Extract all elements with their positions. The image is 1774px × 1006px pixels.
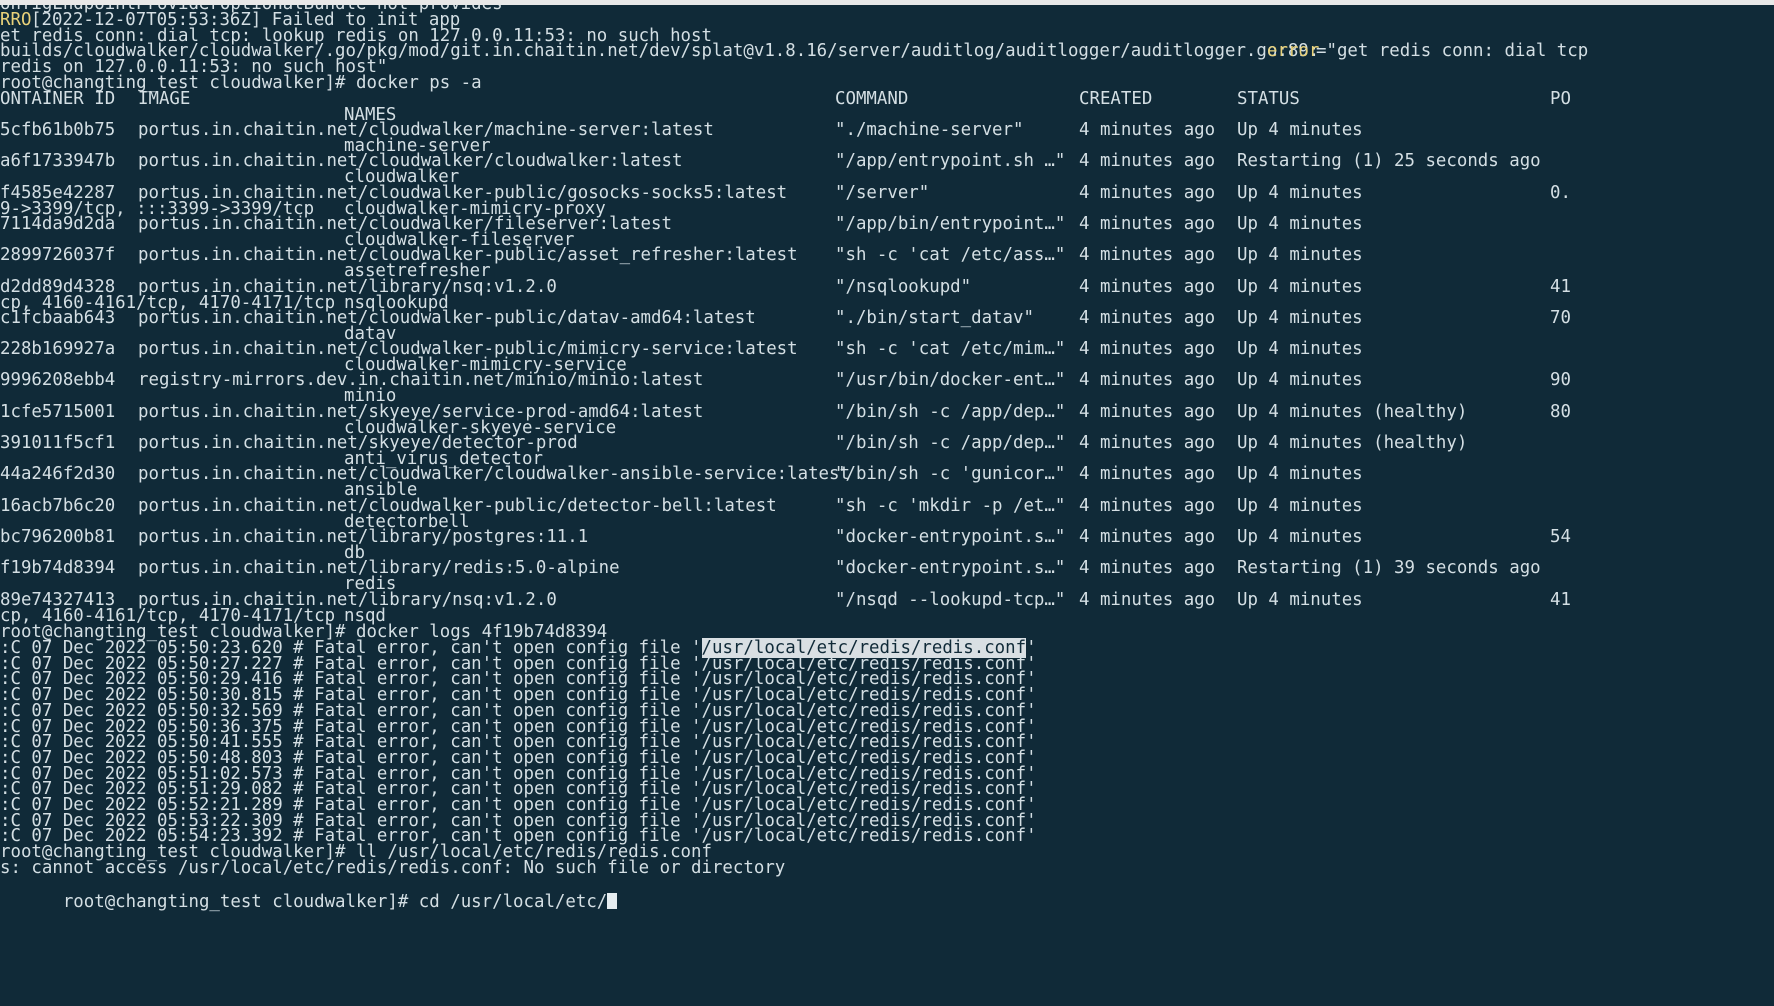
container-ports: 0. (1550, 183, 1571, 203)
container-command: "docker-entrypoint.s…" (835, 558, 1066, 578)
container-id: 1cfe5715001 (0, 402, 116, 422)
container-created: 4 minutes ago (1079, 151, 1216, 171)
container-status: Up 4 minutes (1237, 339, 1363, 359)
container-created: 4 minutes ago (1079, 433, 1216, 453)
container-status: Up 4 minutes (1237, 277, 1363, 297)
container-status: Up 4 minutes (1237, 464, 1363, 484)
container-command: "/nsqlookupd" (835, 277, 972, 297)
col-created: CREATED (1079, 89, 1153, 109)
container-created: 4 minutes ago (1079, 339, 1216, 359)
container-status: Restarting (1) 39 seconds ago (1237, 558, 1541, 578)
log-quote: ' (1026, 826, 1037, 846)
col-image: IMAGE (138, 89, 191, 109)
command-prompt[interactable]: root@changting_test cloudwalker]# cd /us… (63, 892, 607, 912)
container-created: 4 minutes ago (1079, 120, 1216, 140)
log-path[interactable]: /usr/local/etc/redis/redis.conf (702, 826, 1027, 846)
container-status: Up 4 minutes (healthy) (1237, 402, 1468, 422)
col-command: COMMAND (835, 89, 909, 109)
container-created: 4 minutes ago (1079, 496, 1216, 516)
container-ports: 41 (1550, 277, 1571, 297)
container-created: 4 minutes ago (1079, 183, 1216, 203)
container-status: Up 4 minutes (1237, 370, 1363, 390)
container-id: c1fcbaab643 (0, 308, 116, 328)
container-id: 7114da9d2da (0, 214, 116, 234)
container-ports: 41 (1550, 590, 1571, 610)
container-created: 4 minutes ago (1079, 402, 1216, 422)
container-id: 2899726037f (0, 245, 116, 265)
container-id: 5cfb61b0b75 (0, 120, 116, 140)
terminal-window[interactable]: onfigEndpointProviderOptionalBundle not … (0, 0, 1774, 1006)
container-created: 4 minutes ago (1079, 308, 1216, 328)
container-ports: 80 (1550, 402, 1571, 422)
container-id: 228b169927a (0, 339, 116, 359)
col-status: STATUS (1237, 89, 1300, 109)
container-command: "sh -c 'cat /etc/mim…" (835, 339, 1066, 359)
container-command: "/app/bin/entrypoint…" (835, 214, 1066, 234)
container-status: Up 4 minutes (healthy) (1237, 433, 1468, 453)
container-status: Up 4 minutes (1237, 183, 1363, 203)
container-command: "/bin/sh -c /app/dep…" (835, 433, 1066, 453)
container-command: "./bin/start_datav" (835, 308, 1034, 328)
container-command: "docker-entrypoint.s…" (835, 527, 1066, 547)
container-command: "/nsqd --lookupd-tcp…" (835, 590, 1066, 610)
container-command: "sh -c 'cat /etc/ass…" (835, 245, 1066, 265)
container-command: "/server" (835, 183, 930, 203)
container-command: "sh -c 'mkdir -p /et…" (835, 496, 1066, 516)
prompt-line-active[interactable]: root@changting_test cloudwalker]# cd /us… (0, 875, 1774, 910)
text-cursor (607, 892, 618, 909)
container-created: 4 minutes ago (1079, 245, 1216, 265)
container-id: a6f1733947b (0, 151, 116, 171)
container-status: Up 4 minutes (1237, 308, 1363, 328)
container-status: Up 4 minutes (1237, 496, 1363, 516)
container-created: 4 minutes ago (1079, 370, 1216, 390)
col-ports: PO (1550, 89, 1571, 109)
error-value: ="get redis conn: dial tcp (1316, 41, 1589, 61)
container-ports: 54 (1550, 527, 1571, 547)
container-ports: 90 (1550, 370, 1571, 390)
container-command: "/bin/sh -c /app/dep…" (835, 402, 1066, 422)
container-image: portus.in.chaitin.net/cloudwalker/cloudw… (138, 464, 850, 484)
container-status: Up 4 minutes (1237, 245, 1363, 265)
container-command: "/bin/sh -c 'gunicor…" (835, 464, 1066, 484)
container-id: bc796200b81 (0, 527, 116, 547)
container-id: 16acb7b6c20 (0, 496, 116, 516)
container-image: registry-mirrors.dev.in.chaitin.net/mini… (138, 370, 704, 390)
container-command: "/usr/bin/docker-ent…" (835, 370, 1066, 390)
container-created: 4 minutes ago (1079, 590, 1216, 610)
container-created: 4 minutes ago (1079, 277, 1216, 297)
container-created: 4 minutes ago (1079, 214, 1216, 234)
container-command: "/app/entrypoint.sh …" (835, 151, 1066, 171)
container-image: portus.in.chaitin.net/cloudwalker-public… (138, 308, 756, 328)
container-id: 44a246f2d30 (0, 464, 116, 484)
command-input: root@changting_test cloudwalker]# cd /us… (0, 875, 618, 929)
error-key: error (1267, 41, 1320, 61)
container-status: Up 4 minutes (1237, 590, 1363, 610)
container-id: 391011f5cf1 (0, 433, 116, 453)
container-command: "./machine-server" (835, 120, 1024, 140)
container-created: 4 minutes ago (1079, 464, 1216, 484)
container-status: Up 4 minutes (1237, 120, 1363, 140)
col-container-id: ONTAINER ID (0, 89, 116, 109)
container-status: Up 4 minutes (1237, 214, 1363, 234)
container-id: f19b74d8394 (0, 558, 116, 578)
container-ports: 70 (1550, 308, 1571, 328)
container-created: 4 minutes ago (1079, 558, 1216, 578)
container-status: Up 4 minutes (1237, 527, 1363, 547)
container-created: 4 minutes ago (1079, 527, 1216, 547)
container-id: 9996208ebb4 (0, 370, 116, 390)
container-status: Restarting (1) 25 seconds ago (1237, 151, 1541, 171)
